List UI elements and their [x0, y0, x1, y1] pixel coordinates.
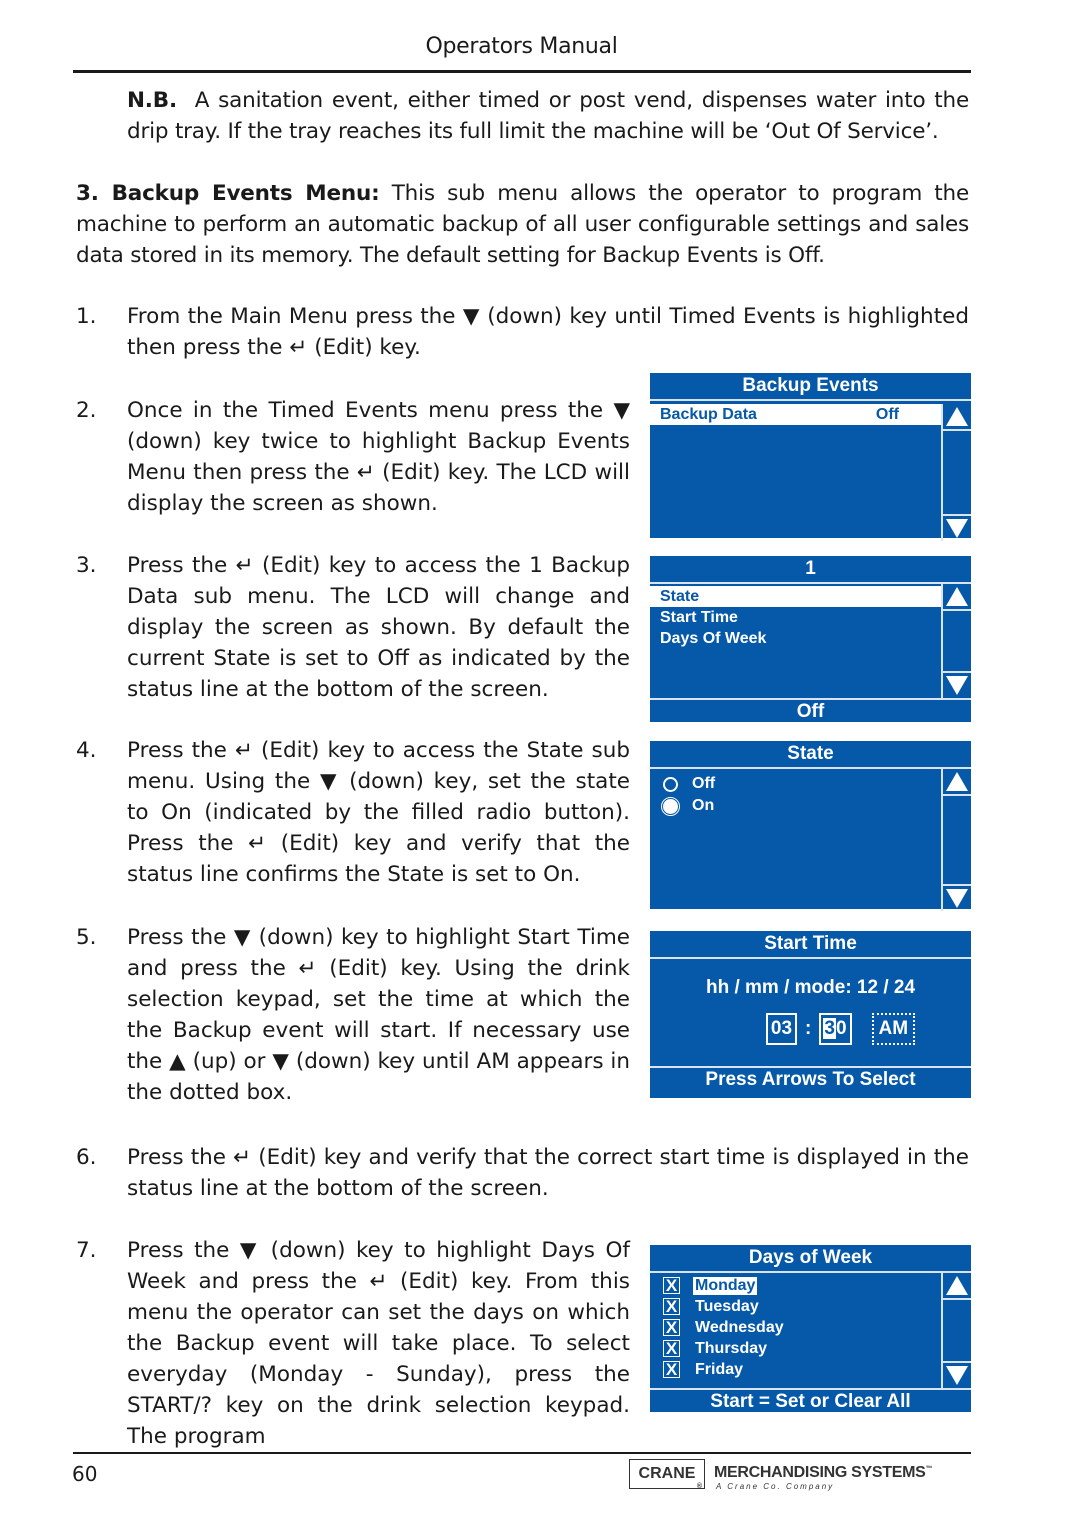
- section-paragraph: 3. Backup Events Menu: This sub menu all…: [76, 178, 969, 271]
- lcd-title: State: [650, 741, 971, 769]
- registered-mark: ®: [696, 1483, 702, 1490]
- minutes-field[interactable]: 30: [819, 1013, 852, 1045]
- lcd-title: Start Time: [650, 931, 971, 959]
- day-item-wednesday[interactable]: X Wednesday: [650, 1317, 971, 1338]
- company-logo-text: MERCHANDISING SYSTEMS™: [714, 1464, 932, 1482]
- step-text: From the Main Menu press the ▼ (down) ke…: [127, 304, 969, 360]
- step-text: Press the ↵ (Edit) key to access the Sta…: [127, 738, 630, 887]
- day-label: Friday: [695, 1360, 744, 1378]
- lcd-title: Backup Events: [650, 373, 971, 401]
- step-text: Press the ▼ (down) key to highlight Days…: [127, 1238, 630, 1449]
- step-text: Press the ↵ (Edit) key to access the 1 B…: [127, 553, 630, 702]
- note-paragraph: N.B. A sanitation event, either timed or…: [127, 85, 969, 147]
- day-item-tuesday[interactable]: X Tuesday: [650, 1296, 971, 1317]
- lcd-days-of-week-screen: Days of Week X Monday X Tuesday X Wednes…: [650, 1245, 971, 1412]
- lcd-title: 1: [650, 556, 971, 584]
- note-text: A sanitation event, either timed or post…: [127, 88, 969, 144]
- checkbox-checked-icon[interactable]: X: [663, 1319, 680, 1336]
- crane-logo-box: CRANE ®: [629, 1459, 705, 1490]
- day-item-friday[interactable]: X Friday: [650, 1359, 971, 1380]
- radio-option-on[interactable]: On: [650, 795, 971, 817]
- status-line: Off: [650, 698, 971, 724]
- footer-rule: [73, 1452, 971, 1454]
- scrollbar[interactable]: [941, 769, 971, 911]
- time-format-line: hh / mm / mode: 12 / 24: [705, 977, 916, 998]
- radio-empty-icon[interactable]: [663, 776, 678, 792]
- scrollbar[interactable]: [941, 404, 971, 541]
- scrollbar[interactable]: [941, 1273, 971, 1388]
- scroll-down-arrow-icon[interactable]: [946, 889, 968, 908]
- company-name: MERCHANDISING SYSTEMS: [714, 1464, 926, 1481]
- ampm-field[interactable]: AM: [871, 1013, 916, 1045]
- menu-item-days-of-week[interactable]: Days Of Week: [650, 628, 971, 649]
- menu-item-label: Backup Data: [660, 406, 757, 423]
- day-label: Thursday: [695, 1339, 768, 1357]
- scroll-up-arrow-icon[interactable]: [946, 772, 968, 791]
- scroll-down-arrow-icon[interactable]: [946, 519, 968, 538]
- day-item-thursday[interactable]: X Thursday: [650, 1338, 971, 1359]
- step-number: 7.: [76, 1238, 97, 1263]
- step-text: Once in the Timed Events menu press the …: [127, 398, 630, 516]
- lcd-backup-events-screen: Backup Events Backup Data Off: [650, 373, 971, 541]
- menu-item-value: Off: [875, 406, 899, 423]
- page-number: 60: [72, 1462, 98, 1486]
- status-line: Start = Set or Clear All: [650, 1388, 971, 1414]
- note-label: N.B.: [127, 88, 177, 113]
- menu-item-state[interactable]: State: [650, 586, 941, 607]
- menu-item-backup-data[interactable]: Backup Data Off: [650, 404, 941, 425]
- day-label: Monday: [693, 1276, 758, 1295]
- checkbox-checked-icon[interactable]: X: [663, 1340, 680, 1357]
- radio-label: On: [692, 797, 715, 814]
- day-label: Wednesday: [695, 1318, 784, 1336]
- time-separator: :: [805, 1018, 812, 1039]
- lcd-title: Days of Week: [650, 1245, 971, 1273]
- checkbox-checked-icon[interactable]: X: [663, 1277, 680, 1294]
- day-item-monday[interactable]: X Monday: [650, 1275, 971, 1296]
- step-number: 3.: [76, 553, 97, 578]
- minutes-digit: 0: [835, 1018, 847, 1039]
- scrollbar[interactable]: [941, 584, 971, 698]
- hours-field[interactable]: 03: [765, 1013, 798, 1045]
- step-number: 1.: [76, 304, 97, 329]
- checkbox-checked-icon[interactable]: X: [663, 1361, 680, 1378]
- step-number: 6.: [76, 1145, 97, 1170]
- crane-logo-text: CRANE: [638, 1465, 696, 1482]
- radio-option-off[interactable]: Off: [650, 773, 971, 795]
- step-number: 4.: [76, 738, 97, 763]
- menu-item-start-time[interactable]: Start Time: [650, 607, 971, 628]
- page-header-title: Operators Manual: [425, 34, 618, 59]
- lcd-state-screen: State Off On: [650, 741, 971, 911]
- step-text: Press the ↵ (Edit) key and verify that t…: [127, 1145, 969, 1201]
- checkbox-checked-icon[interactable]: X: [663, 1298, 680, 1315]
- step-number: 2.: [76, 398, 97, 423]
- step-number: 5.: [76, 925, 97, 950]
- scroll-down-arrow-icon[interactable]: [946, 676, 968, 695]
- radio-label: Off: [692, 775, 716, 792]
- lcd-backup-1-screen: 1 State Start Time Days Of Week Off: [650, 556, 971, 722]
- scroll-down-arrow-icon[interactable]: [946, 1366, 968, 1385]
- trademark-mark: ™: [925, 1465, 933, 1473]
- scroll-up-arrow-icon[interactable]: [946, 587, 968, 606]
- time-entry: 03 : 30 AM: [650, 1013, 971, 1045]
- minutes-cursor-digit: 3: [823, 1018, 836, 1039]
- company-subtitle: A Crane Co. Company: [716, 1482, 835, 1491]
- section-label: 3. Backup Events Menu:: [76, 181, 380, 206]
- scroll-up-arrow-icon[interactable]: [946, 1276, 968, 1295]
- day-label: Tuesday: [695, 1297, 759, 1315]
- lcd-start-time-screen: Start Time hh / mm / mode: 12 / 24 03 : …: [650, 931, 971, 1098]
- step-text: Press the ▼ (down) key to highlight Star…: [127, 925, 630, 1105]
- header-rule: [73, 70, 971, 73]
- status-line: Press Arrows To Select: [650, 1066, 971, 1092]
- radio-filled-icon[interactable]: [661, 796, 680, 816]
- scroll-up-arrow-icon[interactable]: [946, 407, 968, 426]
